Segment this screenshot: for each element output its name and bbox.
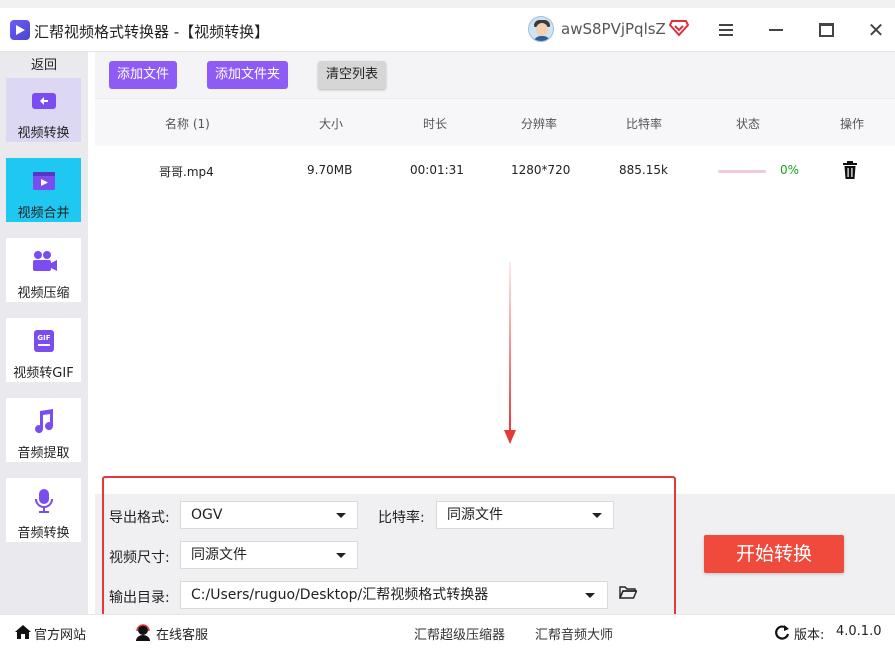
username[interactable]: awS8PVjPqlsZ: [561, 20, 666, 38]
refresh-icon[interactable]: [774, 624, 790, 640]
home-icon: [15, 625, 31, 639]
add-file-button[interactable]: 添加文件: [109, 61, 178, 89]
file-duration: 00:01:31: [410, 163, 464, 177]
delete-trash-icon[interactable]: [842, 161, 858, 179]
annotation-highlight-box: [102, 476, 676, 630]
column-header-size: 大小: [318, 117, 343, 131]
sidebar-item-label: 视频转换: [17, 126, 70, 141]
column-header-duration: 时长: [422, 117, 447, 131]
file-resolution: 1280*720: [511, 163, 571, 177]
video-camera-icon: [33, 251, 57, 271]
minimize-icon[interactable]: [764, 18, 788, 42]
annotation-arrow: [504, 262, 516, 444]
menu-icon[interactable]: [714, 18, 738, 42]
column-header-actions: 操作: [839, 117, 864, 131]
add-folder-button[interactable]: 添加文件夹: [207, 61, 289, 89]
file-name: 哥哥.mp4: [159, 165, 214, 179]
close-icon[interactable]: ✕: [864, 18, 888, 42]
start-convert-button[interactable]: 开始转换: [704, 535, 844, 573]
column-header-bitrate: 比特率: [625, 117, 662, 131]
sidebar-item-video-convert[interactable]: 视频转换: [6, 78, 81, 142]
sidebar-item-video-merge[interactable]: 视频合并: [6, 158, 81, 222]
sidebar-item-label: 音频提取: [17, 446, 70, 461]
window-title: 汇帮视频格式转换器 -【视频转换】: [34, 23, 270, 41]
vip-diamond-icon[interactable]: [668, 16, 690, 38]
audio-master-link[interactable]: 汇帮音频大师: [535, 624, 613, 643]
column-header-status: 状态: [735, 117, 760, 131]
table-header: 名称 (1) 大小 时长 分辨率 比特率 状态 操作: [95, 98, 895, 146]
back-button[interactable]: 返回: [0, 54, 88, 74]
sidebar-item-audio-extract[interactable]: 音频提取: [6, 398, 81, 462]
file-size: 9.70MB: [307, 163, 353, 177]
progress-percent: 0%: [780, 163, 800, 177]
video-merge-icon: [33, 172, 55, 190]
svg-text:GIF: GIF: [37, 334, 50, 342]
maximize-icon[interactable]: [814, 18, 838, 42]
official-site-link[interactable]: 官方网站: [34, 624, 86, 643]
video-convert-icon: [32, 93, 56, 109]
browser-tab-strip: [0, 0, 895, 8]
column-header-resolution: 分辨率: [520, 117, 557, 131]
sidebar-item-video-gif[interactable]: GIF 视频转GIF: [6, 318, 81, 382]
sidebar-item-audio-convert[interactable]: 音频转换: [6, 478, 81, 542]
gif-icon: GIF: [34, 330, 54, 352]
sidebar-item-label: 视频转GIF: [13, 366, 74, 381]
file-bitrate: 885.15k: [619, 163, 668, 177]
sidebar-item-label: 视频合并: [17, 206, 70, 221]
app-window: 汇帮视频格式转换器 -【视频转换】 awS8PVjPqlsZ ✕ 返回 视频转换: [0, 0, 895, 662]
customer-service-icon: [136, 624, 150, 641]
table-row[interactable]: 哥哥.mp4 9.70MB 00:01:31 1280*720 885.15k …: [95, 146, 895, 196]
online-service-link[interactable]: 在线客服: [156, 624, 208, 643]
app-logo-icon: [10, 20, 30, 40]
column-header-name[interactable]: 名称 (1): [165, 115, 210, 132]
sidebar-item-label: 视频压缩: [17, 286, 70, 301]
progress-bar: [718, 170, 766, 173]
microphone-icon: [35, 489, 53, 513]
footer-bar: 官方网站 在线客服 汇帮超级压缩器 汇帮音频大师 版本: 4.0.1.0: [0, 614, 895, 662]
music-note-icon: [35, 409, 54, 434]
version-value: 4.0.1.0: [836, 624, 882, 639]
title-bar: 汇帮视频格式转换器 -【视频转换】 awS8PVjPqlsZ ✕: [0, 8, 895, 52]
sidebar-item-video-compress[interactable]: 视频压缩: [6, 238, 81, 302]
super-compressor-link[interactable]: 汇帮超级压缩器: [414, 624, 505, 643]
clear-list-button[interactable]: 清空列表: [318, 61, 387, 89]
sidebar: 返回 视频转换 视频合并 视频压缩 GIF 视频转GIF 音频提取 音频转换: [0, 52, 88, 614]
user-avatar[interactable]: [528, 16, 554, 42]
version-label: 版本:: [794, 628, 825, 643]
sidebar-item-label: 音频转换: [17, 526, 70, 541]
toolbar: 添加文件 添加文件夹 清空列表: [95, 52, 895, 98]
